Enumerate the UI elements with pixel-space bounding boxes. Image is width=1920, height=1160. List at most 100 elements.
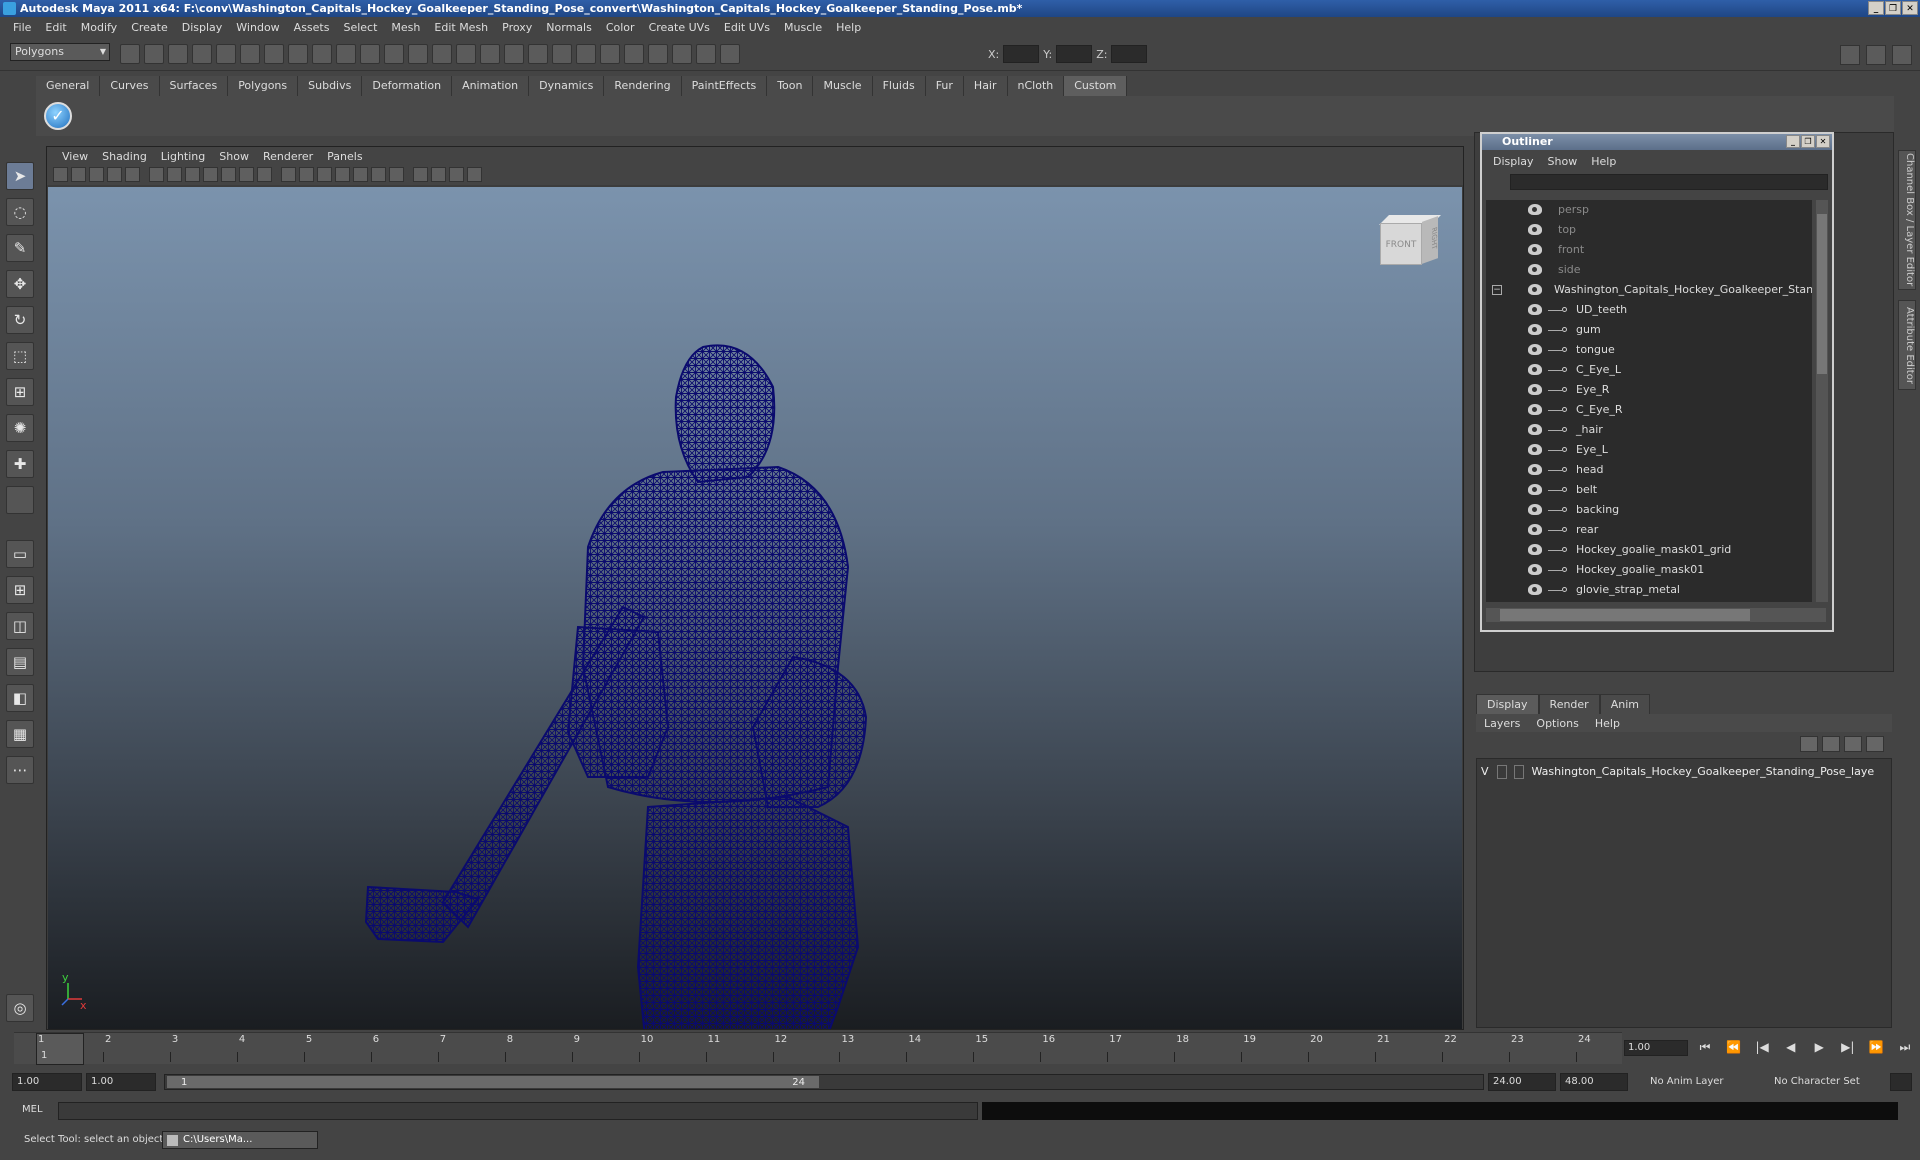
layer-color-swatch[interactable] — [1514, 765, 1524, 779]
go-to-start-button[interactable]: ⏮ — [1694, 1040, 1716, 1058]
outliner-menu-help[interactable]: Help — [1584, 155, 1623, 168]
viewport-menu-renderer[interactable]: Renderer — [256, 150, 320, 163]
rotate-tool-icon[interactable]: ↻ — [6, 306, 34, 334]
menu-assets[interactable]: Assets — [287, 21, 337, 34]
last-tool-icon[interactable] — [6, 486, 34, 514]
menu-edit[interactable]: Edit — [38, 21, 73, 34]
move-layer-up-icon[interactable] — [1800, 736, 1818, 752]
layer-tab-render[interactable]: Render — [1538, 694, 1600, 714]
render-frame-icon[interactable] — [672, 44, 692, 64]
snap-grid-icon[interactable] — [504, 44, 524, 64]
grid-icon[interactable] — [149, 167, 164, 182]
maximize-button[interactable]: ❐ — [1885, 1, 1901, 15]
menu-create-uvs[interactable]: Create UVs — [642, 21, 717, 34]
list-item[interactable]: belt — [1486, 480, 1812, 500]
outliner-camera-side[interactable]: side — [1486, 260, 1812, 280]
minimized-window-button[interactable]: C:\Users\Ma... — [162, 1131, 318, 1149]
outliner-camera-front[interactable]: front — [1486, 240, 1812, 260]
shelf-tab-muscle[interactable]: Muscle — [813, 76, 873, 96]
end-time-field[interactable]: 48.00 — [1560, 1073, 1628, 1091]
move-tool-icon[interactable]: ✥ — [6, 270, 34, 298]
anim-layer-dropdown[interactable]: No Anim Layer — [1646, 1073, 1758, 1091]
shelf-tab-general[interactable]: General — [36, 76, 101, 96]
menu-create[interactable]: Create — [124, 21, 175, 34]
menu-color[interactable]: Color — [599, 21, 642, 34]
mel-command-input[interactable] — [58, 1102, 978, 1120]
outliner-title-bar[interactable]: Outliner _ ❐ ✕ — [1482, 134, 1832, 150]
viewport-menu-view[interactable]: View — [55, 150, 95, 163]
backface-culling-icon[interactable] — [467, 167, 482, 182]
viewport-canvas[interactable]: y x FRONT RIGHT — [48, 187, 1462, 1029]
highlight-selection-icon[interactable] — [480, 44, 500, 64]
list-item[interactable]: tongue — [1486, 340, 1812, 360]
step-back-frame-button[interactable]: |◀ — [1751, 1040, 1773, 1058]
lock-selection-icon[interactable] — [456, 44, 476, 64]
outliner-horizontal-scrollbar[interactable] — [1486, 608, 1826, 622]
two-d-pan-zoom-icon[interactable] — [125, 167, 140, 182]
animation-preferences-icon[interactable] — [1890, 1073, 1912, 1091]
outliner-menu-display[interactable]: Display — [1486, 155, 1541, 168]
render-settings-icon[interactable] — [720, 44, 740, 64]
layer-tab-anim[interactable]: Anim — [1599, 694, 1650, 714]
outliner-close-button[interactable]: ✕ — [1816, 135, 1830, 148]
isolate-select-icon[interactable] — [413, 167, 428, 182]
menu-window[interactable]: Window — [229, 21, 286, 34]
layer-menu-layers[interactable]: Layers — [1476, 717, 1528, 730]
camera-attributes-icon[interactable] — [71, 167, 86, 182]
new-layer-icon[interactable] — [1844, 736, 1862, 752]
snap-view-plane-icon[interactable] — [576, 44, 596, 64]
ipr-render-icon[interactable] — [696, 44, 716, 64]
layer-name[interactable]: Washington_Capitals_Hockey_Goalkeeper_St… — [1532, 765, 1875, 778]
shelf-tab-fur[interactable]: Fur — [925, 76, 964, 96]
layer-menu-options[interactable]: Options — [1528, 717, 1586, 730]
menu-edit-uvs[interactable]: Edit UVs — [717, 21, 777, 34]
show-manipulator-icon[interactable]: ✚ — [6, 450, 34, 478]
select-surfaces-icon[interactable] — [336, 44, 356, 64]
film-gate-icon[interactable] — [167, 167, 182, 182]
range-slider-handle[interactable]: 1 24 — [167, 1076, 819, 1088]
current-time-field[interactable]: 1.00 — [1624, 1040, 1688, 1056]
outliner-camera-top[interactable]: top — [1486, 220, 1812, 240]
shelf-tab-toon[interactable]: Toon — [767, 76, 814, 96]
scale-tool-icon[interactable]: ⬚ — [6, 342, 34, 370]
menu-muscle[interactable]: Muscle — [777, 21, 829, 34]
select-handles-icon[interactable] — [264, 44, 284, 64]
menu-display[interactable]: Display — [175, 21, 230, 34]
outliner-maximize-button[interactable]: ❐ — [1801, 135, 1815, 148]
playback-start-field[interactable]: 1.00 — [86, 1073, 156, 1091]
menu-modify[interactable]: Modify — [74, 21, 124, 34]
shelf-tab-fluids[interactable]: Fluids — [872, 76, 926, 96]
z-field[interactable] — [1111, 45, 1148, 63]
toggle-tool-settings-icon[interactable] — [1866, 45, 1886, 65]
four-pane-layout-icon[interactable]: ⊞ — [6, 576, 34, 604]
toggle-channel-box-icon[interactable] — [1892, 45, 1912, 65]
select-deformations-icon[interactable] — [360, 44, 380, 64]
attribute-editor-tab[interactable]: Attribute Editor — [1898, 300, 1916, 390]
make-live-icon[interactable] — [600, 44, 620, 64]
outliner-camera-persp[interactable]: persp — [1486, 200, 1812, 220]
select-curves-icon[interactable] — [312, 44, 332, 64]
channel-box-tab[interactable]: Channel Box / Layer Editor — [1898, 150, 1916, 290]
paint-select-tool-icon[interactable]: ✎ — [6, 234, 34, 262]
persp-graph-layout-icon[interactable]: ▦ — [6, 720, 34, 748]
list-item[interactable]: Eye_R — [1486, 380, 1812, 400]
high-quality-icon[interactable] — [389, 167, 404, 182]
viewport-menu-lighting[interactable]: Lighting — [154, 150, 212, 163]
safe-title-icon[interactable] — [257, 167, 272, 182]
single-pane-layout-icon[interactable]: ▭ — [6, 540, 34, 568]
viewport-menu-show[interactable]: Show — [212, 150, 256, 163]
layer-menu-help[interactable]: Help — [1587, 717, 1628, 730]
list-item[interactable]: Hockey_goalie_mask01 — [1486, 560, 1812, 580]
shelf-tab-deformation[interactable]: Deformation — [362, 76, 453, 96]
select-joints-icon[interactable] — [288, 44, 308, 64]
go-to-end-button[interactable]: ⏭ — [1894, 1040, 1916, 1058]
quick-layout-icon[interactable]: ◎ — [6, 994, 34, 1022]
smooth-shade-icon[interactable] — [299, 167, 314, 182]
select-object-icon[interactable] — [216, 44, 236, 64]
outliner-persp-layout-icon[interactable]: ◫ — [6, 612, 34, 640]
shelf-tab-surfaces[interactable]: Surfaces — [159, 76, 229, 96]
outliner-vertical-scrollbar[interactable] — [1816, 200, 1828, 602]
menu-help[interactable]: Help — [829, 21, 868, 34]
close-button[interactable]: ✕ — [1902, 1, 1918, 15]
render-view-icon[interactable] — [648, 44, 668, 64]
